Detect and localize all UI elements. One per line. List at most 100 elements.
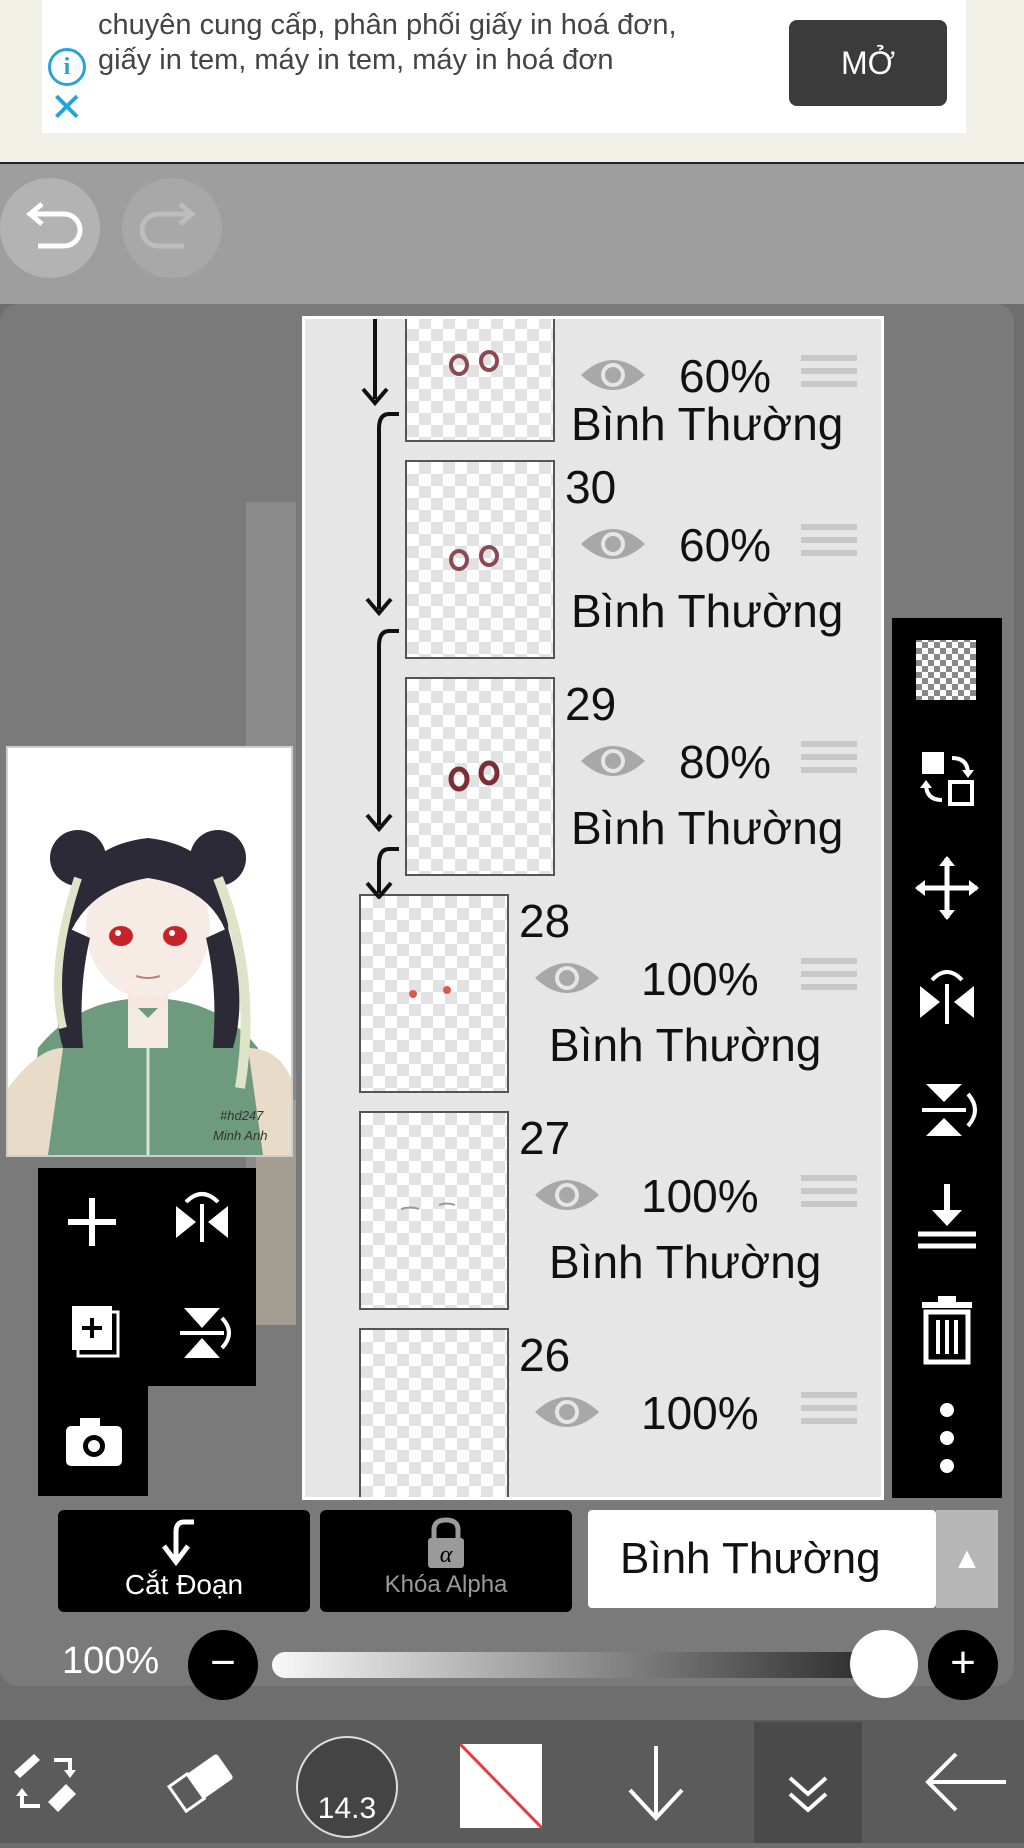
eye-icon[interactable] xyxy=(577,520,649,568)
layer-blend-mode: Bình Thường xyxy=(549,1019,822,1071)
layer-opacity: 60% xyxy=(679,519,772,571)
plus-icon xyxy=(68,1198,116,1246)
layer-down-button[interactable] xyxy=(606,1720,706,1843)
undo-button[interactable] xyxy=(0,178,100,278)
flip-horizontal-icon xyxy=(176,1192,228,1242)
layer-opacity: 100% xyxy=(641,1387,759,1439)
layer-list[interactable]: 60% Bình Thường 30 60% Bình Thường 29 80… xyxy=(302,316,884,1500)
redo-icon xyxy=(139,202,196,249)
brush-size-button[interactable]: 14.3 xyxy=(296,1736,398,1838)
layer-blend-mode: Bình Thường xyxy=(549,1236,822,1288)
layer-number: 28 xyxy=(519,895,571,947)
opacity-slider-handle[interactable] xyxy=(850,1630,918,1698)
chevron-double-down-icon xyxy=(788,1776,828,1813)
flip-vertical-icon xyxy=(180,1308,231,1358)
layer-opacity: 100% xyxy=(641,953,759,1005)
checkerboard-icon xyxy=(916,640,976,700)
arrow-left-icon xyxy=(925,1752,1006,1812)
swap-icon xyxy=(920,752,974,806)
duplicate-layer-icon xyxy=(72,1306,120,1358)
move-icon xyxy=(915,856,979,920)
brush-size-value: 14.3 xyxy=(317,1792,377,1825)
eraser-icon xyxy=(166,1754,233,1814)
layer-blend-mode: Bình Thường xyxy=(571,802,844,854)
arrow-down-icon xyxy=(628,1746,684,1821)
drag-handle-icon[interactable] xyxy=(801,355,857,397)
eraser-button[interactable] xyxy=(150,1720,250,1843)
layer-thumbnail[interactable] xyxy=(359,894,509,1093)
move-button[interactable] xyxy=(892,838,1002,938)
ad-text[interactable]: chuyên cung cấp, phân phối giấy in hoá đ… xyxy=(98,8,718,78)
layer-number: 29 xyxy=(565,678,617,730)
drag-handle-icon[interactable] xyxy=(801,741,857,783)
drag-handle-icon[interactable] xyxy=(801,958,857,1000)
chevron-up-icon[interactable]: ▲ xyxy=(936,1510,998,1608)
camera-icon xyxy=(66,1418,122,1466)
layer-row[interactable]: 26 100% xyxy=(305,1318,881,1497)
merge-down-button[interactable] xyxy=(892,1168,1002,1268)
svg-text:#hd247: #hd247 xyxy=(220,1108,264,1123)
clipping-label: Cắt Đoạn xyxy=(124,1569,244,1600)
more-options-button[interactable] xyxy=(892,1388,1002,1488)
svg-text:α: α xyxy=(440,1542,453,1568)
layer-actions-panel xyxy=(892,618,1002,1498)
canvas-preview[interactable]: #hd247 Minh Anh xyxy=(6,746,293,1157)
layer-thumbnail[interactable] xyxy=(359,1328,509,1497)
lock-icon: α xyxy=(428,1517,464,1568)
layer-row[interactable]: 27 100% Bình Thường xyxy=(305,1101,881,1320)
drag-handle-icon[interactable] xyxy=(801,1392,857,1434)
clipping-button[interactable]: Cắt Đoạn xyxy=(58,1510,310,1612)
delete-layer-button[interactable] xyxy=(892,1278,1002,1378)
layer-tools-panel xyxy=(38,1168,256,1386)
layer-thumbnail[interactable] xyxy=(359,1111,509,1310)
layer-thumbnail[interactable] xyxy=(405,319,555,442)
duplicate-layer-button[interactable] xyxy=(38,1278,146,1386)
layer-blend-mode: Bình Thường xyxy=(571,398,844,450)
flip-vertical-button[interactable] xyxy=(148,1278,256,1386)
info-icon[interactable]: i xyxy=(48,48,86,86)
flip-horizontal-button[interactable] xyxy=(148,1168,256,1276)
tool-switch-icon xyxy=(14,1754,76,1812)
trash-icon xyxy=(922,1296,972,1365)
layers-panel-toggle[interactable] xyxy=(754,1722,862,1843)
back-button[interactable] xyxy=(910,1720,1020,1843)
artwork-illustration: #hd247 Minh Anh xyxy=(8,748,291,1155)
opacity-slider[interactable] xyxy=(272,1652,884,1678)
opacity-increase-button[interactable]: + xyxy=(928,1630,998,1700)
layer-number: 30 xyxy=(565,461,617,513)
tool-switch-button[interactable] xyxy=(0,1720,100,1843)
camera-button[interactable] xyxy=(38,1386,146,1494)
layer-thumbnail[interactable] xyxy=(405,460,555,659)
layer-opacity: 60% xyxy=(679,350,772,402)
clipping-indicator-icon xyxy=(361,319,399,899)
color-picker-button[interactable] xyxy=(460,1744,542,1828)
merge-down-icon xyxy=(918,1184,976,1249)
alpha-lock-button[interactable]: α Khóa Alpha xyxy=(320,1510,572,1612)
redo-button[interactable] xyxy=(122,178,222,278)
transparency-button[interactable] xyxy=(892,618,1002,718)
add-layer-button[interactable] xyxy=(38,1168,146,1276)
ad-open-button[interactable]: MỞ xyxy=(789,20,947,106)
eye-icon[interactable] xyxy=(577,351,649,399)
close-icon[interactable]: ✕ xyxy=(50,88,84,128)
alpha-lock-label: Khóa Alpha xyxy=(384,1571,508,1598)
opacity-decrease-button[interactable]: − xyxy=(188,1630,258,1700)
layer-number: 27 xyxy=(519,1112,571,1164)
eye-icon[interactable] xyxy=(531,1388,603,1436)
flip-vertical-layer-button[interactable] xyxy=(892,1058,1002,1158)
swap-layer-button[interactable] xyxy=(892,728,1002,828)
eye-icon[interactable] xyxy=(531,1171,603,1219)
drag-handle-icon[interactable] xyxy=(801,524,857,566)
layer-thumbnail[interactable] xyxy=(405,677,555,876)
blend-mode-select[interactable]: Bình Thường xyxy=(588,1510,936,1608)
more-vertical-icon xyxy=(940,1403,954,1473)
drag-handle-icon[interactable] xyxy=(801,1175,857,1217)
flip-vertical-icon xyxy=(922,1084,977,1136)
eye-icon[interactable] xyxy=(577,737,649,785)
eye-icon[interactable] xyxy=(531,954,603,1002)
layer-opacity: 100% xyxy=(641,1170,759,1222)
layer-opacity: 80% xyxy=(679,736,772,788)
layer-number: 26 xyxy=(519,1329,571,1381)
flip-horizontal-layer-button[interactable] xyxy=(892,948,1002,1048)
layer-row[interactable]: 28 100% Bình Thường xyxy=(305,884,881,1103)
